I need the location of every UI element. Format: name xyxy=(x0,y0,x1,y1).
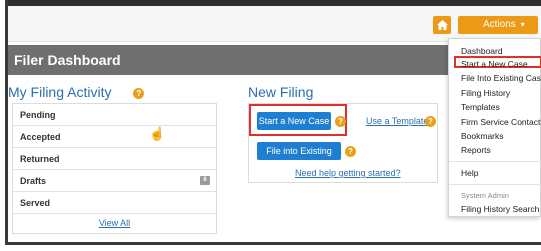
menu-item-file-into-existing-case[interactable]: File Into Existing Case xyxy=(461,73,541,83)
menu-item-filing-history-search[interactable]: Filing History Search xyxy=(461,204,539,214)
menu-item-firm-service-contacts[interactable]: Firm Service Contacts xyxy=(461,117,541,127)
start-new-case-button[interactable]: Start a New Case xyxy=(257,112,331,130)
actions-button[interactable]: Actions ▾ xyxy=(458,16,538,34)
activity-item-accepted[interactable]: Accepted xyxy=(13,126,216,148)
view-all-link[interactable]: View All xyxy=(13,214,216,233)
menu-item-reports[interactable]: Reports xyxy=(461,145,491,155)
filing-activity-title: My Filing Activity xyxy=(8,84,112,100)
help-question-icon[interactable]: ? xyxy=(335,116,346,127)
menu-divider xyxy=(449,184,541,185)
new-filing-title: New Filing xyxy=(248,84,314,100)
use-template-link[interactable]: Use a Template xyxy=(366,116,428,126)
count-badge: 6 xyxy=(200,176,210,185)
help-question-icon[interactable]: ? xyxy=(133,87,145,99)
activity-item-served[interactable]: Served xyxy=(13,192,216,214)
help-getting-started-link[interactable]: Need help getting started? xyxy=(295,168,401,178)
top-bar: Actions ▾ xyxy=(8,6,541,42)
menu-item-dashboard[interactable]: Dashboard xyxy=(461,46,503,56)
help-question-icon[interactable]: ? xyxy=(345,146,356,157)
menu-item-start-new-case[interactable]: Start a New Case xyxy=(461,59,528,69)
filing-activity-heading: My Filing Activity ? xyxy=(8,84,145,100)
actions-label: Actions xyxy=(483,19,516,30)
menu-divider xyxy=(449,161,541,162)
activity-item-label: Drafts xyxy=(20,176,47,186)
activity-item-label: Returned xyxy=(20,154,60,164)
activity-item-pending[interactable]: Pending xyxy=(13,104,216,126)
home-button[interactable] xyxy=(433,16,451,34)
chevron-down-icon: ▾ xyxy=(520,20,525,29)
actions-dropdown-menu: Dashboard Start a New Case File Into Exi… xyxy=(448,38,541,217)
menu-item-templates[interactable]: Templates xyxy=(461,102,500,112)
file-existing-case-button[interactable]: File into Existing Case xyxy=(257,142,341,174)
new-filing-panel: Start a New Case ? Use a Template ? File… xyxy=(248,103,438,183)
home-icon xyxy=(436,20,448,30)
filing-activity-panel: Pending Accepted Returned Drafts 6 Serve… xyxy=(12,103,217,234)
help-question-icon[interactable]: ? xyxy=(425,116,436,127)
activity-item-label: Served xyxy=(20,198,51,208)
activity-item-label: Pending xyxy=(20,110,56,120)
menu-item-bookmarks[interactable]: Bookmarks xyxy=(461,131,504,141)
activity-item-drafts[interactable]: Drafts 6 xyxy=(13,170,216,192)
activity-item-returned[interactable]: Returned xyxy=(13,148,216,170)
menu-item-help[interactable]: Help xyxy=(461,168,478,178)
menu-section-system-admin: System Admin xyxy=(461,191,509,200)
menu-item-filing-history[interactable]: Filing History xyxy=(461,88,510,98)
hand-cursor-icon: ☝ xyxy=(149,126,166,141)
activity-item-label: Accepted xyxy=(20,132,61,142)
